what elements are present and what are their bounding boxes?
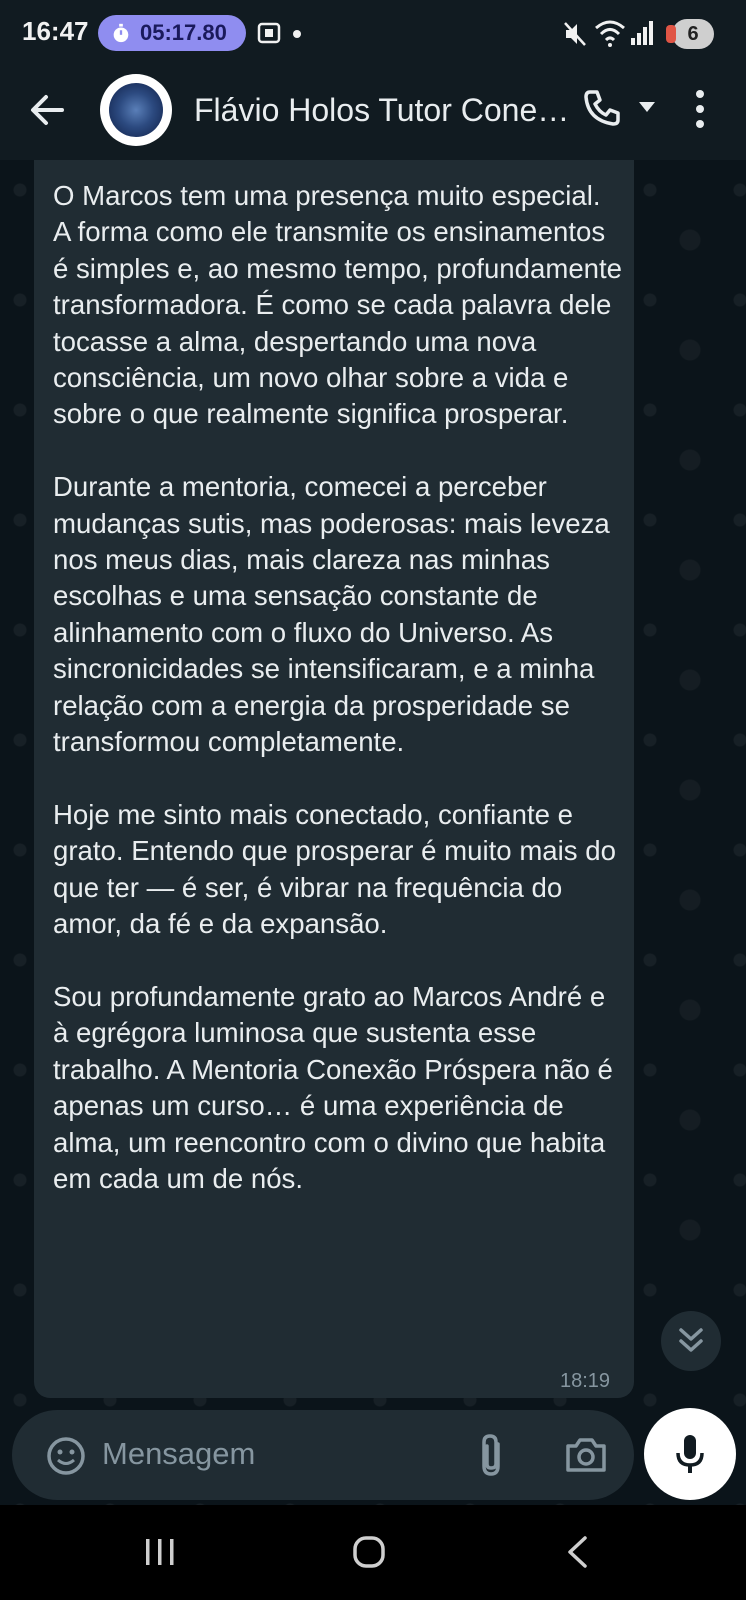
message-composer: Mensagem bbox=[12, 1410, 634, 1500]
message-paragraph: Hoje me sinto mais conectado, confiante … bbox=[53, 798, 616, 940]
screen-record-icon bbox=[257, 22, 281, 44]
battery-level: 6 bbox=[687, 22, 699, 45]
nav-back-icon[interactable] bbox=[566, 1535, 588, 1569]
more-options-icon[interactable] bbox=[690, 88, 710, 130]
message-input[interactable]: Mensagem bbox=[102, 1436, 255, 1472]
message-time: 18:19 bbox=[560, 1370, 611, 1392]
scroll-to-bottom-button[interactable] bbox=[661, 1311, 721, 1371]
status-time: 16:47 bbox=[22, 16, 89, 46]
message-paragraph: Durante a mentoria, comecei a perceber m… bbox=[53, 471, 610, 758]
notification-dot-icon bbox=[293, 30, 301, 38]
chat-header: Flávio Holos Tutor Cone… bbox=[0, 68, 746, 160]
double-chevron-down-icon bbox=[679, 1328, 703, 1352]
status-bar: 16:47 05:17.80 6 bbox=[0, 0, 746, 68]
call-icon[interactable] bbox=[582, 88, 622, 128]
attach-icon[interactable] bbox=[476, 1432, 506, 1478]
timer-pill[interactable]: 05:17.80 bbox=[98, 15, 246, 51]
mic-icon bbox=[676, 1435, 704, 1473]
battery-icon: 6 bbox=[666, 19, 714, 49]
camera-icon[interactable] bbox=[564, 1436, 608, 1474]
mic-button[interactable] bbox=[644, 1408, 736, 1500]
mute-icon bbox=[564, 22, 586, 46]
avatar[interactable] bbox=[100, 74, 172, 146]
message-paragraph: O Marcos tem uma presença muito especial… bbox=[53, 180, 623, 430]
recent-apps-icon[interactable] bbox=[144, 1537, 176, 1567]
back-arrow-icon[interactable] bbox=[28, 90, 68, 130]
system-nav-bar bbox=[0, 1505, 746, 1600]
home-icon[interactable] bbox=[352, 1535, 386, 1569]
emoji-icon[interactable] bbox=[46, 1436, 86, 1476]
signal-icon bbox=[631, 21, 653, 45]
message-text: O Marcos tem uma presença muito especial… bbox=[53, 178, 623, 1234]
timer-value: 05:17.80 bbox=[140, 20, 227, 45]
dropdown-icon[interactable] bbox=[638, 100, 656, 114]
chat-title[interactable]: Flávio Holos Tutor Cone… bbox=[194, 92, 569, 129]
avatar-image bbox=[109, 83, 163, 137]
wifi-icon bbox=[595, 20, 625, 47]
message-paragraph: Sou profundamente grato ao Marcos André … bbox=[53, 980, 613, 1194]
stopwatch-icon bbox=[113, 23, 129, 43]
